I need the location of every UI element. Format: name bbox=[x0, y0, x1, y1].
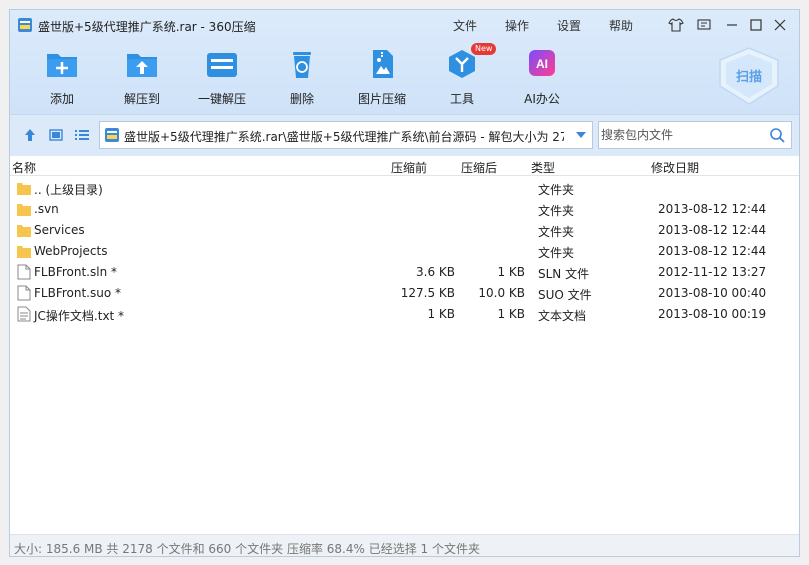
ai-office-label: AI办公 bbox=[524, 92, 560, 106]
file-type: SUO 文件 bbox=[538, 288, 592, 302]
tools-button[interactable]: New 工具 bbox=[422, 43, 502, 108]
address-path: 盛世版+5级代理推广系统.rar\盛世版+5级代理推广系统\前台源码 - 解包大… bbox=[124, 130, 564, 144]
minimize-icon[interactable] bbox=[724, 17, 740, 33]
column-name[interactable]: 名称 bbox=[12, 159, 36, 176]
scan-shield-icon[interactable]: 扫描 bbox=[716, 46, 782, 106]
ai-office-button[interactable]: AI AI办公 bbox=[502, 48, 582, 108]
one-click-extract-label: 一键解压 bbox=[197, 92, 246, 106]
table-row[interactable]: JC操作文档.txt * 1 KB 1 KB 文本文档 2013-08-10 0… bbox=[10, 304, 799, 325]
folder-icon bbox=[17, 183, 31, 195]
file-name: WebProjects bbox=[34, 244, 108, 258]
file-type: 文件夹 bbox=[538, 183, 575, 197]
nav-bar: 盛世版+5级代理推广系统.rar\盛世版+5级代理推广系统\前台源码 - 解包大… bbox=[10, 114, 799, 156]
file-packed: 10.0 KB bbox=[478, 286, 525, 300]
menu-settings[interactable]: 设置 bbox=[557, 17, 581, 34]
menu-help[interactable]: 帮助 bbox=[609, 17, 633, 34]
file-list: .. (上级目录) 文件夹 .svn 文件夹 2013-08-12 12:44 … bbox=[10, 178, 799, 325]
tools-label: 工具 bbox=[449, 92, 474, 106]
file-size: 1 KB bbox=[427, 307, 455, 321]
menu-operate[interactable]: 操作 bbox=[505, 17, 529, 34]
file-date: 2013-08-12 12:44 bbox=[658, 202, 767, 216]
scan-label: 扫描 bbox=[736, 69, 762, 85]
folder-icon bbox=[17, 204, 31, 216]
file-type: 文件夹 bbox=[538, 204, 575, 218]
close-icon[interactable] bbox=[772, 17, 788, 33]
column-date[interactable]: 修改日期 bbox=[651, 159, 699, 176]
up-arrow-icon[interactable] bbox=[22, 127, 38, 143]
delete-icon bbox=[293, 52, 311, 78]
svg-text:AI: AI bbox=[536, 57, 548, 71]
folder-icon bbox=[17, 225, 31, 237]
status-bar: 大小: 185.6 MB 共 2178 个文件和 660 个文件夹 压缩率 68… bbox=[10, 534, 799, 556]
file-name: .. (上级目录) bbox=[34, 183, 103, 197]
extract-to-button[interactable]: 解压到 bbox=[102, 48, 182, 108]
new-badge: New bbox=[471, 43, 497, 55]
ai-office-icon: AI bbox=[529, 50, 555, 76]
file-icon bbox=[17, 264, 31, 280]
skin-icon[interactable] bbox=[668, 17, 684, 33]
image-compress-icon bbox=[373, 50, 393, 78]
text-file-icon bbox=[17, 306, 31, 322]
file-name: FLBFront.suo * bbox=[34, 286, 121, 300]
add-icon bbox=[47, 54, 77, 77]
file-list-header: 名称 压缩前 压缩后 类型 修改日期 bbox=[10, 156, 799, 176]
file-date: 2013-08-10 00:40 bbox=[658, 286, 767, 300]
thumbnail-view-icon[interactable] bbox=[48, 127, 64, 143]
file-icon bbox=[17, 285, 31, 301]
add-button[interactable]: 添加 bbox=[22, 48, 102, 108]
one-click-extract-button[interactable]: 一键解压 bbox=[182, 48, 262, 108]
file-name: JC操作文档.txt * bbox=[34, 309, 125, 323]
file-name: .svn bbox=[34, 202, 59, 216]
address-bar[interactable]: 盛世版+5级代理推广系统.rar\盛世版+5级代理推广系统\前台源码 - 解包大… bbox=[99, 121, 593, 149]
address-dropdown-icon[interactable] bbox=[576, 132, 586, 138]
delete-label: 删除 bbox=[289, 92, 314, 106]
title-bar: 盛世版+5级代理推广系统.rar - 360压缩 文件 操作 设置 帮助 bbox=[10, 10, 799, 40]
file-name: FLBFront.sln * bbox=[34, 265, 117, 279]
column-size[interactable]: 压缩前 bbox=[391, 159, 427, 176]
table-row[interactable]: .svn 文件夹 2013-08-12 12:44 bbox=[10, 199, 799, 220]
table-row[interactable]: WebProjects 文件夹 2013-08-12 12:44 bbox=[10, 241, 799, 262]
image-compress-button[interactable]: 图片压缩 bbox=[342, 48, 422, 108]
column-packed[interactable]: 压缩后 bbox=[461, 159, 497, 176]
extract-to-label: 解压到 bbox=[123, 92, 160, 106]
one-click-extract-icon bbox=[207, 53, 237, 77]
file-packed: 1 KB bbox=[497, 307, 525, 321]
extract-to-icon bbox=[127, 54, 157, 77]
file-size: 127.5 KB bbox=[400, 286, 455, 300]
file-size: 3.6 KB bbox=[416, 265, 455, 279]
file-date: 2013-08-10 00:19 bbox=[658, 307, 767, 321]
header: 盛世版+5级代理推广系统.rar - 360压缩 文件 操作 设置 帮助 添加 … bbox=[10, 10, 799, 114]
archive-icon bbox=[105, 128, 119, 142]
folder-icon bbox=[17, 246, 31, 258]
file-date: 2012-11-12 13:27 bbox=[658, 265, 767, 279]
table-row[interactable]: .. (上级目录) 文件夹 bbox=[10, 178, 799, 199]
column-type[interactable]: 类型 bbox=[531, 159, 555, 176]
status-text: 大小: 185.6 MB 共 2178 个文件和 660 个文件夹 压缩率 68… bbox=[14, 542, 480, 556]
image-compress-label: 图片压缩 bbox=[357, 92, 406, 106]
file-type: 文件夹 bbox=[538, 225, 575, 239]
menu-file[interactable]: 文件 bbox=[453, 17, 477, 34]
file-type: SLN 文件 bbox=[538, 267, 590, 281]
file-type: 文件夹 bbox=[538, 246, 575, 260]
search-input[interactable] bbox=[601, 124, 761, 146]
file-date: 2013-08-12 12:44 bbox=[658, 244, 767, 258]
table-row[interactable]: FLBFront.suo * 127.5 KB 10.0 KB SUO 文件 2… bbox=[10, 283, 799, 304]
delete-button[interactable]: 删除 bbox=[262, 48, 342, 108]
table-row[interactable]: FLBFront.sln * 3.6 KB 1 KB SLN 文件 2012-1… bbox=[10, 262, 799, 283]
search-box bbox=[598, 121, 792, 149]
file-name: Services bbox=[34, 223, 85, 237]
search-icon[interactable] bbox=[769, 127, 785, 143]
maximize-icon[interactable] bbox=[748, 17, 764, 33]
window-title: 盛世版+5级代理推广系统.rar - 360压缩 bbox=[38, 20, 256, 34]
table-row[interactable]: Services 文件夹 2013-08-12 12:44 bbox=[10, 220, 799, 241]
file-packed: 1 KB bbox=[497, 265, 525, 279]
archive-app-icon bbox=[18, 18, 32, 32]
file-date: 2013-08-12 12:44 bbox=[658, 223, 767, 237]
app-window: 盛世版+5级代理推广系统.rar - 360压缩 文件 操作 设置 帮助 添加 … bbox=[9, 9, 800, 557]
file-type: 文本文档 bbox=[538, 309, 587, 323]
add-label: 添加 bbox=[49, 92, 74, 106]
list-view-icon[interactable] bbox=[74, 127, 90, 143]
feedback-icon[interactable] bbox=[696, 17, 712, 33]
